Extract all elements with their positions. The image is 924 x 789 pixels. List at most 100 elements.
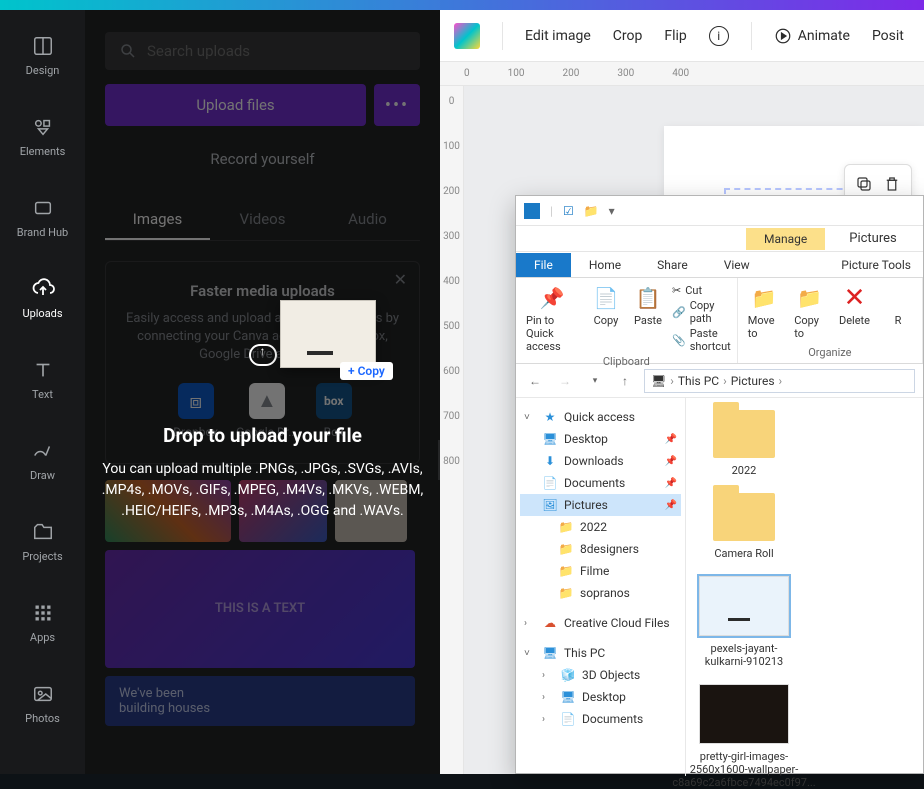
tree-pictures[interactable]: 🖼Pictures📌 xyxy=(520,494,681,516)
trash-icon[interactable] xyxy=(883,175,901,193)
nav-apps[interactable]: Apps xyxy=(0,597,85,648)
tree-quick-access[interactable]: ˅★Quick access xyxy=(520,406,681,428)
paste-shortcut-button[interactable]: 📎Paste shortcut xyxy=(672,327,731,353)
rename-button[interactable]: R xyxy=(880,282,916,329)
path-pictures[interactable]: Pictures xyxy=(731,374,775,388)
animate-button[interactable]: Animate xyxy=(774,27,850,45)
nav-back-button[interactable]: ← xyxy=(524,370,546,392)
ruler-tick: 200 xyxy=(443,186,460,197)
copy-button[interactable]: 📄Copy xyxy=(588,282,624,329)
rename-icon xyxy=(884,284,912,312)
copy-to-button[interactable]: 📁Copy to xyxy=(790,282,829,342)
dragged-thumbnail[interactable] xyxy=(280,300,376,368)
explorer-tabs: File Home Share View Picture Tools xyxy=(516,252,923,278)
copyto-label: Copy to xyxy=(794,314,825,340)
nav-design[interactable]: Design xyxy=(0,30,85,81)
nav-draw-label: Draw xyxy=(30,469,55,482)
explorer-tree: ˅★Quick access 🖥Desktop📌 ⬇Downloads📌 📄Do… xyxy=(516,398,686,776)
tree-documents[interactable]: 📄Documents📌 xyxy=(520,472,681,494)
tree-documents-pc[interactable]: ›📄Documents xyxy=(520,708,681,730)
ruler-tick: 100 xyxy=(508,68,525,79)
tab-share[interactable]: Share xyxy=(639,253,706,277)
nav-recent-button[interactable]: ▾ xyxy=(584,370,606,392)
nav-up-button[interactable]: ↑ xyxy=(614,370,636,392)
pin-quick-access-button[interactable]: 📌Pin to Quick access xyxy=(522,282,582,355)
position-button[interactable]: Posit xyxy=(872,28,904,44)
tab-file[interactable]: File xyxy=(516,253,571,277)
manage-tab[interactable]: Manage xyxy=(746,228,825,250)
folder-item[interactable]: Camera Roll xyxy=(694,493,794,560)
nav-text-label: Text xyxy=(32,388,53,401)
explorer-address-bar: ← → ▾ ↑ 🖥 › This PC › Pictures › xyxy=(516,364,923,398)
ruler-tick: 300 xyxy=(443,231,460,242)
tree-creative-cloud[interactable]: ›☁Creative Cloud Files xyxy=(520,612,681,634)
explorer-titlebar[interactable]: | ☑ 📁 ▾ xyxy=(516,196,923,226)
nav-uploads[interactable]: Uploads xyxy=(0,273,85,324)
nav-text[interactable]: Text xyxy=(0,354,85,405)
folder-item[interactable]: 2022 xyxy=(694,410,794,477)
delete-button[interactable]: ✕Delete xyxy=(835,282,874,329)
image-item-selected[interactable]: pexels-jayant-kulkarni-910213 xyxy=(694,576,794,668)
tree-desktop-pc[interactable]: ›🖥Desktop xyxy=(520,686,681,708)
downloads-icon: ⬇ xyxy=(542,453,558,469)
nav-brandhub-label: Brand Hub xyxy=(17,226,68,239)
nav-elements[interactable]: Elements xyxy=(0,111,85,162)
copy-path-icon: 🔗 xyxy=(672,306,686,319)
tree-folder[interactable]: 📁2022 xyxy=(520,516,681,538)
tab-view[interactable]: View xyxy=(706,253,768,277)
copyto-icon: 📁 xyxy=(796,284,824,312)
tree-folder[interactable]: 📁8designers xyxy=(520,538,681,560)
cut-button[interactable]: ✂Cut xyxy=(672,284,731,297)
tree-this-pc[interactable]: ˅🖥This PC xyxy=(520,642,681,664)
documents-icon: 📄 xyxy=(560,711,576,727)
projects-icon xyxy=(31,520,55,544)
qat-check[interactable]: ☑ xyxy=(563,204,574,218)
drop-overlay[interactable]: Drop to upload your file You can upload … xyxy=(85,10,440,774)
nav-apps-label: Apps xyxy=(30,631,55,644)
qat-dropdown[interactable]: ▾ xyxy=(609,204,615,218)
nav-projects[interactable]: Projects xyxy=(0,516,85,567)
move-to-button[interactable]: 📁Move to xyxy=(744,282,785,342)
upload-cloud-icon xyxy=(249,344,277,366)
design-icon xyxy=(31,34,55,58)
tab-home[interactable]: Home xyxy=(571,253,639,277)
tree-downloads[interactable]: ⬇Downloads📌 xyxy=(520,450,681,472)
nav-brandhub[interactable]: Brand Hub xyxy=(0,192,85,243)
folder-icon: 📁 xyxy=(558,541,574,557)
pin-icon: 📌 xyxy=(665,478,677,489)
folder-label: Camera Roll xyxy=(714,547,773,560)
left-sidebar: Design Elements Brand Hub Uploads Text D… xyxy=(0,10,85,774)
rename-label: R xyxy=(895,314,902,327)
ruler-tick: 400 xyxy=(672,68,689,79)
file-explorer-window[interactable]: | ☑ 📁 ▾ Manage Pictures File Home Share … xyxy=(515,195,924,774)
info-icon[interactable]: i xyxy=(709,26,729,46)
pictures-icon: 🖼 xyxy=(542,497,558,513)
flip-button[interactable]: Flip xyxy=(664,28,686,44)
crop-button[interactable]: Crop xyxy=(613,28,643,44)
nav-elements-label: Elements xyxy=(20,145,66,158)
copy-path-button[interactable]: 🔗Copy path xyxy=(672,299,731,325)
tree-folder[interactable]: 📁Filme xyxy=(520,560,681,582)
pc-icon: 🖥 xyxy=(651,374,666,388)
paste-button[interactable]: 📋Paste xyxy=(630,282,666,329)
tree-3d-objects[interactable]: ›🧊3D Objects xyxy=(520,664,681,686)
path-thispc[interactable]: This PC xyxy=(678,374,719,388)
moveto-label: Move to xyxy=(748,314,781,340)
qat-folder-icon[interactable]: 📁 xyxy=(584,204,599,218)
address-path[interactable]: 🖥 › This PC › Pictures › xyxy=(644,369,915,393)
nav-photos[interactable]: Photos xyxy=(0,678,85,729)
tab-picture-tools[interactable]: Picture Tools xyxy=(829,253,923,277)
duplicate-icon[interactable] xyxy=(855,175,873,193)
copy-label: Copy xyxy=(594,314,619,327)
drop-heading: Drop to upload your file xyxy=(163,424,362,447)
image-item[interactable]: pretty-girl-images-2560x1600-wallpaper-c… xyxy=(694,684,794,789)
nav-forward-button[interactable]: → xyxy=(554,370,576,392)
cut-icon: ✂ xyxy=(672,284,681,297)
nav-draw[interactable]: Draw xyxy=(0,435,85,486)
app-topbar xyxy=(0,0,924,10)
tree-desktop[interactable]: 🖥Desktop📌 xyxy=(520,428,681,450)
edit-image-button[interactable]: Edit image xyxy=(525,28,591,44)
image-label: pretty-girl-images-2560x1600-wallpaper-c… xyxy=(672,750,815,789)
tree-folder[interactable]: 📁sopranos xyxy=(520,582,681,604)
color-swatch[interactable] xyxy=(454,23,480,49)
